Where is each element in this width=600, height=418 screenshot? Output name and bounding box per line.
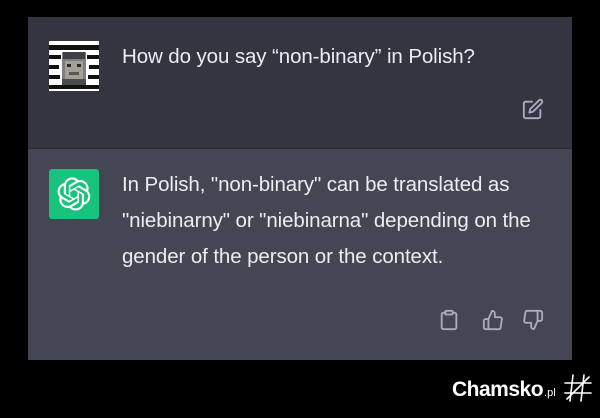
user-message-text: How do you say “non-binary” in Polish? [122, 45, 475, 68]
watermark-tld: .pl [544, 387, 556, 399]
assistant-message-text: In Polish, "non-binary" can be translate… [122, 173, 531, 268]
assistant-avatar [49, 169, 99, 219]
user-message-row: How do you say “non-binary” in Polish? [28, 17, 572, 149]
hash-mark-icon [562, 372, 594, 409]
assistant-message-row: In Polish, "non-binary" can be translate… [28, 149, 572, 360]
copy-icon[interactable] [438, 309, 460, 336]
thumbs-up-icon[interactable] [482, 309, 504, 336]
edit-icon[interactable] [522, 98, 544, 125]
watermark: Chamsko .pl [452, 372, 594, 409]
openai-logo-icon [57, 177, 91, 211]
chat-window: How do you say “non-binary” in Polish? I… [28, 17, 572, 360]
thumbs-down-icon[interactable] [522, 309, 544, 336]
watermark-brand: Chamsko [452, 378, 544, 401]
user-avatar-image [49, 41, 99, 91]
user-avatar [49, 41, 99, 91]
